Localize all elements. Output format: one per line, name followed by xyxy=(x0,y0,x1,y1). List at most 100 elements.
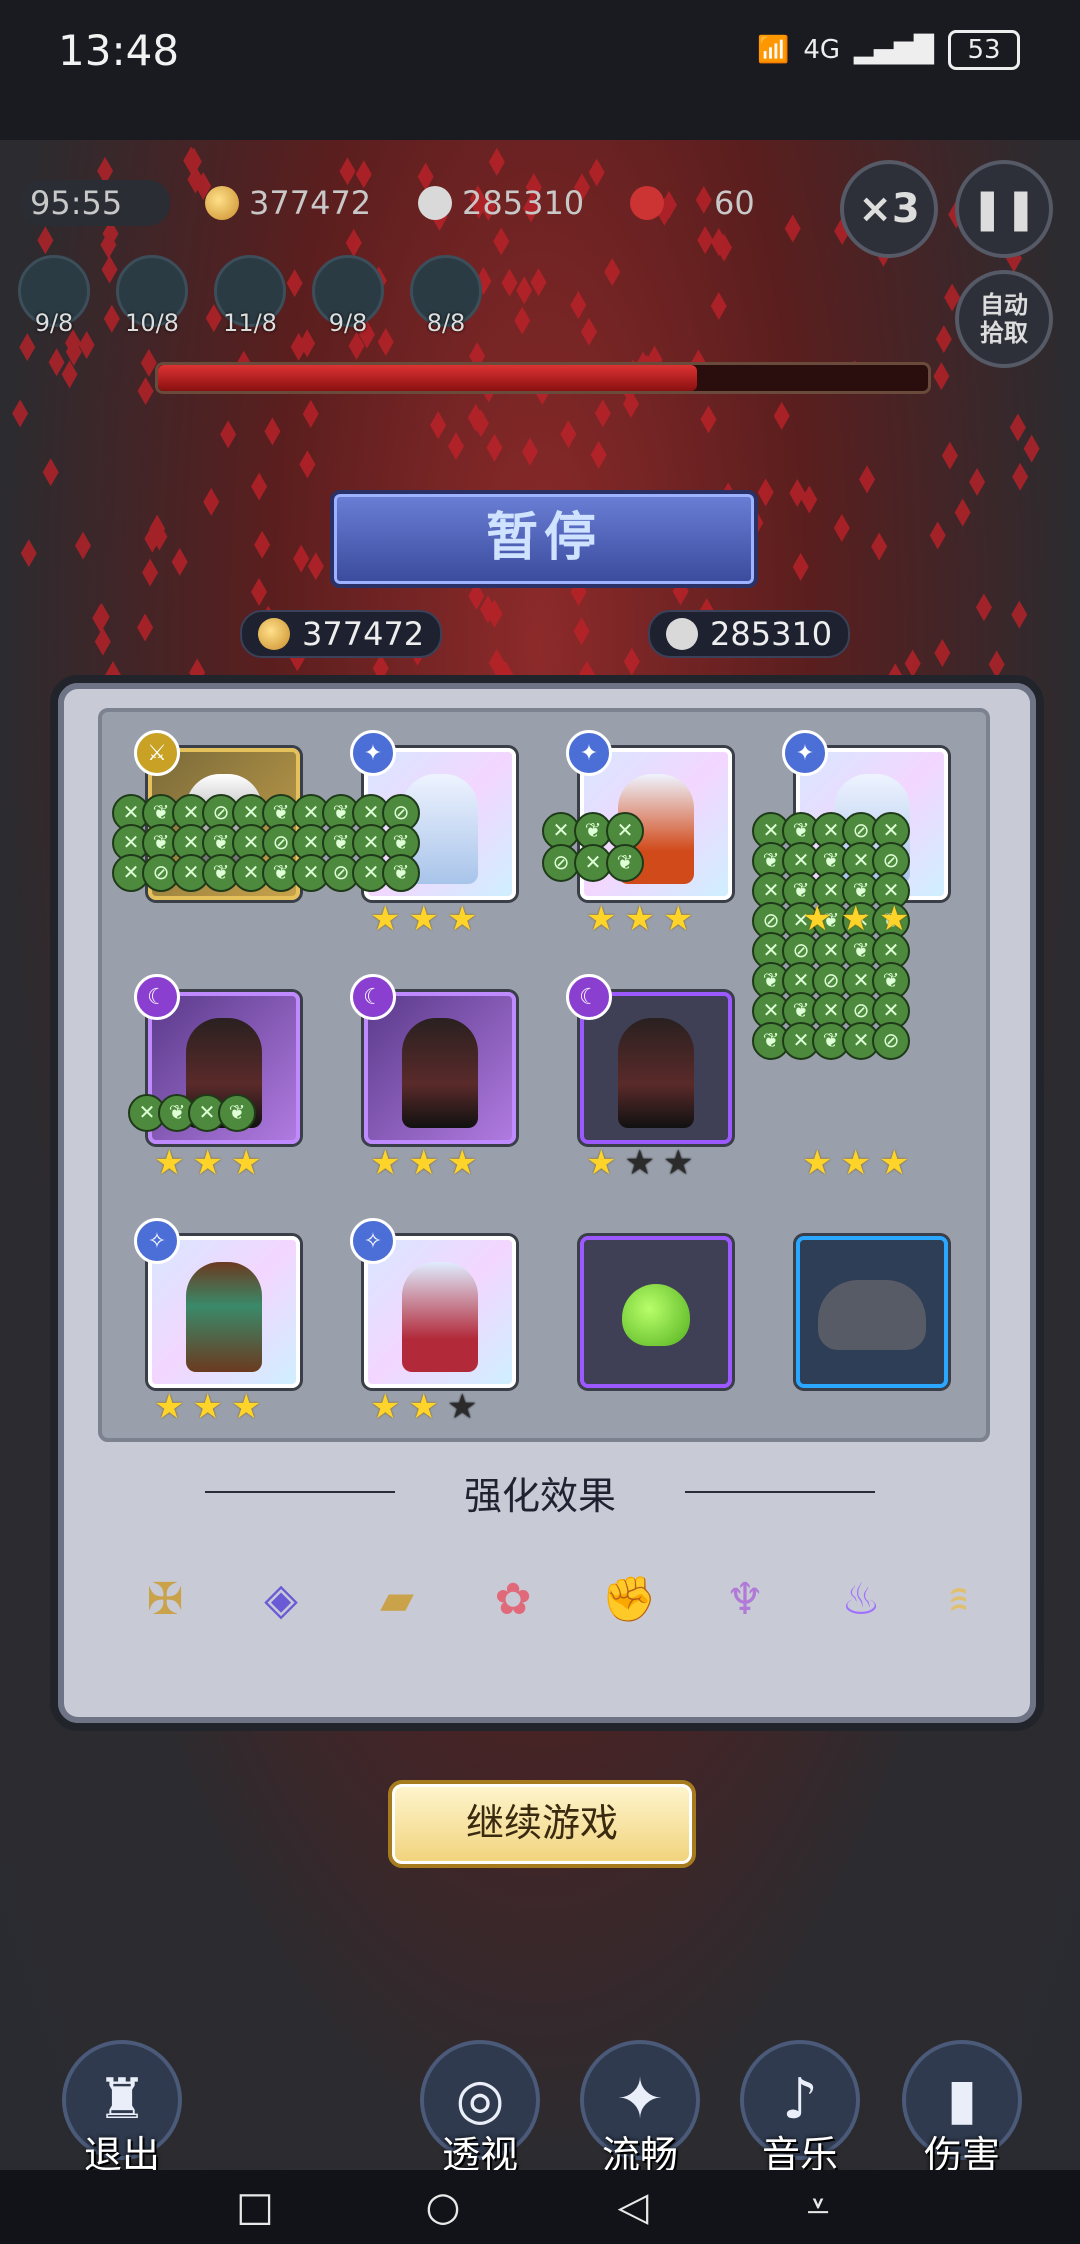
crystal-icon xyxy=(251,472,268,501)
boss-health-fill xyxy=(158,365,697,391)
star-filled-icon: ★ xyxy=(878,899,910,939)
pause-button[interactable]: ❚❚ xyxy=(955,160,1053,258)
coin-icon xyxy=(258,618,290,650)
skill-level: 9/8 xyxy=(328,309,368,337)
buff-effect-icon: ❦ xyxy=(382,854,420,892)
recents-icon[interactable]: □ xyxy=(232,2184,278,2230)
damage-button[interactable]: ▮ 伤害 xyxy=(900,2040,1024,2170)
crystal-icon xyxy=(969,468,986,497)
star-filled-icon: ★ xyxy=(154,1387,185,1427)
hero-portrait xyxy=(402,1018,478,1128)
crystal-icon xyxy=(588,158,605,187)
skill-slot: 9/8 xyxy=(309,255,387,337)
home-icon[interactable]: ○ xyxy=(420,2184,466,2230)
system-nav-bar: □ ○ ◁ ⩡ xyxy=(0,2170,1080,2244)
skill-level: 10/8 xyxy=(125,309,179,337)
crystal-icon xyxy=(514,306,531,335)
coin-counter: 377472 xyxy=(205,180,371,226)
dialog-kill-counter: 285310 xyxy=(648,610,851,658)
star-filled-icon: ★ xyxy=(370,1387,401,1427)
crystal-icon xyxy=(516,276,533,305)
star-filled-icon: ★ xyxy=(624,899,655,939)
kill-value: 285310 xyxy=(462,184,585,222)
spellbook-icon[interactable]: ◈ xyxy=(248,1566,314,1632)
star-rating: ★ ★ ★ xyxy=(802,1146,909,1180)
star-filled-icon: ★ xyxy=(802,899,833,939)
skull-icon xyxy=(666,618,698,650)
star-filled-icon: ★ xyxy=(840,1143,871,1183)
scythe-class-icon: ☾ xyxy=(566,974,612,1020)
star-filled-icon: ★ xyxy=(446,1143,478,1183)
star-filled-icon: ★ xyxy=(408,1143,439,1183)
flower-icon[interactable]: ✿ xyxy=(480,1566,546,1632)
wolf-pet-card[interactable] xyxy=(796,1236,948,1388)
crystal-icon xyxy=(203,487,220,516)
dialog-kill-value: 285310 xyxy=(710,615,833,653)
hero-portrait xyxy=(618,1018,694,1128)
tome-icon[interactable]: ▰ xyxy=(364,1566,430,1632)
crystal-icon xyxy=(697,226,714,255)
status-time: 13:48 xyxy=(58,26,180,75)
hero-portrait xyxy=(186,1262,262,1372)
crystal-icon xyxy=(92,604,109,633)
crystal-icon xyxy=(448,432,465,461)
exit-button[interactable]: ♜ 退出 xyxy=(60,2040,184,2170)
auto-pickup-label: 自动 拾取 xyxy=(980,291,1028,347)
star-rating: ★ ★ ★ xyxy=(586,1146,693,1180)
skill-slot: 11/8 xyxy=(211,255,289,337)
crystal-icon xyxy=(1012,462,1029,491)
smooth-button[interactable]: ✦ 流畅 xyxy=(578,2040,702,2170)
star-filled-icon: ★ xyxy=(192,1387,223,1427)
buff-row: ✠ ◈ ▰ ✿ ✊ ♆ ♨ ≋ xyxy=(122,1560,966,1640)
crystal-icon xyxy=(430,411,447,440)
scythe-class-icon: ☾ xyxy=(350,974,396,1020)
crystal-icon xyxy=(904,649,921,678)
continue-button[interactable]: 继续游戏 xyxy=(388,1780,696,1868)
timer-display: 95:55 xyxy=(20,180,170,226)
xray-label: 透视 xyxy=(441,2133,518,2170)
signal-icon: ▂▄▆█ xyxy=(854,35,934,65)
crystal-icon xyxy=(1023,434,1040,463)
dagger-class-icon: ✧ xyxy=(134,1218,180,1264)
star-rating: ★ ★ ★ xyxy=(586,902,693,936)
crystal-icon xyxy=(590,440,607,469)
muscle-icon[interactable]: ✊ xyxy=(596,1566,662,1632)
slime-pet-card[interactable] xyxy=(580,1236,732,1388)
pause-title: 暂停 xyxy=(330,490,758,588)
hero-grid: ⚔ ✦ ✦ ✦ ☾ ☾ ☾ ✧ ✧ ✕ ❦ ✕ ⊘ ✕ ❦ ✕ ❦ ✕ ⊘ ✕ ❦ ✕ ❦ ✕ ⊘ ✕ ❦ ✕ ❦ ✕ ⊘… xyxy=(98,708,990,1442)
totem-icon[interactable]: ♆ xyxy=(712,1566,778,1632)
network-label: 4G xyxy=(803,35,841,65)
wing-icon[interactable]: ≋ xyxy=(932,1566,966,1632)
star-filled-icon: ★ xyxy=(662,899,694,939)
star-rating: ★ ★ ★ xyxy=(370,1146,477,1180)
crystal-icon xyxy=(37,226,54,255)
star-filled-icon: ★ xyxy=(230,1387,262,1427)
speed-label: ×3 xyxy=(858,186,920,232)
xray-button[interactable]: ◎ 透视 xyxy=(418,2040,542,2170)
crystal-icon xyxy=(859,465,876,494)
crystal-icon xyxy=(710,292,727,321)
fire-icon[interactable]: ♨ xyxy=(828,1566,894,1632)
crystal-icon xyxy=(792,552,809,581)
dropdown-icon[interactable]: ⩡ xyxy=(795,2184,841,2230)
crystal-icon xyxy=(934,638,951,667)
speed-button[interactable]: ×3 xyxy=(840,160,938,258)
crystal-icon xyxy=(757,478,774,507)
auto-pickup-button[interactable]: 自动 拾取 xyxy=(955,270,1053,368)
crystal-icon xyxy=(12,399,29,428)
crossbow-icon[interactable]: ✠ xyxy=(132,1566,198,1632)
crystal-icon xyxy=(20,539,37,568)
boss-health-bar xyxy=(155,362,931,394)
back-icon[interactable]: ◁ xyxy=(610,2184,656,2230)
music-button[interactable]: ♪ 音乐 xyxy=(738,2040,862,2170)
buff-effect-icon: ❦ xyxy=(606,844,644,882)
star-filled-icon: ★ xyxy=(370,1143,401,1183)
status-bar: 13:48 📶 4G ▂▄▆█ 53 xyxy=(0,0,1080,140)
demon-icon xyxy=(630,186,664,220)
crystal-icon xyxy=(929,521,946,550)
crystal-icon xyxy=(501,268,518,297)
crystal-icon xyxy=(302,399,319,428)
skull-icon xyxy=(418,186,452,220)
crystal-icon xyxy=(570,291,587,320)
crystal-icon xyxy=(560,420,577,449)
